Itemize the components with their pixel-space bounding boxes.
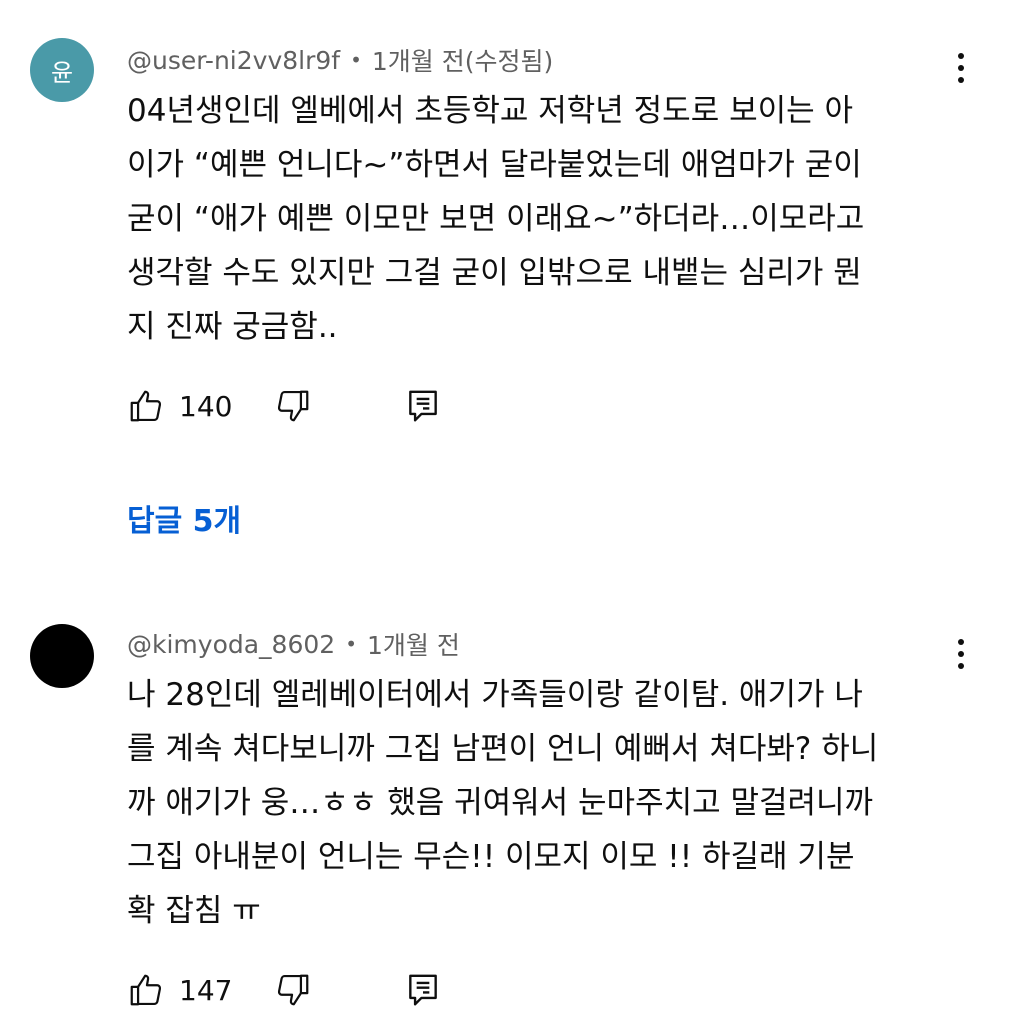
like-button[interactable]: 140 (127, 387, 232, 425)
author-name[interactable]: @user-ni2vv8lr9f (127, 46, 340, 75)
comment-time[interactable]: 1개월 전 (367, 626, 460, 662)
comment-text: 나 28인데 엘레베이터에서 가족들이랑 같이탐. 애기가 나 를 계속 쳐다보… (127, 668, 947, 938)
more-vert-icon[interactable] (946, 46, 976, 90)
comment-text-line: 를 계속 쳐다보니까 그집 남편이 언니 예뻐서 쳐다봐? 하니 (127, 731, 879, 767)
reply-button[interactable] (404, 387, 442, 425)
reply-button[interactable] (404, 971, 442, 1009)
thumbs-down-icon (278, 390, 309, 422)
replies-link[interactable]: 답글 5개 (127, 496, 241, 540)
dislike-button[interactable] (274, 387, 312, 425)
thumbs-up-icon (130, 390, 162, 422)
like-count: 147 (179, 973, 233, 1007)
reply-icon (409, 974, 438, 1006)
like-button[interactable]: 147 (127, 971, 232, 1009)
comment-text-line: 이가 “예쁜 언니다~”하면서 달라붙었는데 애엄마가 굳이 (127, 147, 862, 183)
comment-text-line: 04년생인데 엘베에서 초등학교 저학년 정도로 보이는 아 (127, 93, 854, 129)
comment-text-line: 굳이 “애가 예쁜 이모만 보면 이래요~”하더라…이모라고 (127, 201, 865, 237)
comment-text-line: 그집 아내분이 언니는 무슨!! 이모지 이모 !! 하길래 기분 (127, 839, 855, 875)
comment-text-line: 나 28인데 엘레베이터에서 가족들이랑 같이탐. 애기가 나 (127, 677, 863, 713)
comment-actions: 147 (127, 968, 442, 1012)
dislike-button[interactable] (274, 971, 312, 1009)
comment-time[interactable]: 1개월 전(수정됨) (372, 42, 553, 78)
comment-text-line: 까 애기가 웅…ㅎㅎ 했음 귀여워서 눈마주치고 말걸려니까 (127, 785, 874, 821)
comment-header: @user-ni2vv8lr9f • 1개월 전(수정됨) (127, 40, 553, 80)
comment-text-line: 지 진짜 궁금함.. (127, 309, 338, 345)
comment-header: @kimyoda_8602 • 1개월 전 (127, 624, 460, 664)
separator-dot: • (350, 48, 362, 72)
separator-dot: • (345, 632, 357, 656)
like-count: 140 (179, 389, 233, 423)
comment-text-line: 생각할 수도 있지만 그걸 굳이 입밖으로 내뱉는 심리가 뭔 (127, 255, 862, 291)
more-vert-icon[interactable] (946, 632, 976, 676)
avatar[interactable]: 윤 (30, 38, 94, 102)
comment-text-line: 확 잡침 ㅠ (127, 893, 261, 929)
comment-actions: 140 (127, 384, 442, 428)
thumbs-up-icon (130, 974, 162, 1006)
avatar[interactable] (30, 624, 94, 688)
comment-text: 04년생인데 엘베에서 초등학교 저학년 정도로 보이는 아 이가 “예쁜 언니… (127, 84, 947, 354)
author-name[interactable]: @kimyoda_8602 (127, 630, 335, 659)
reply-icon (409, 390, 438, 422)
avatar-letter: 윤 (50, 58, 74, 87)
thumbs-down-icon (278, 974, 309, 1006)
